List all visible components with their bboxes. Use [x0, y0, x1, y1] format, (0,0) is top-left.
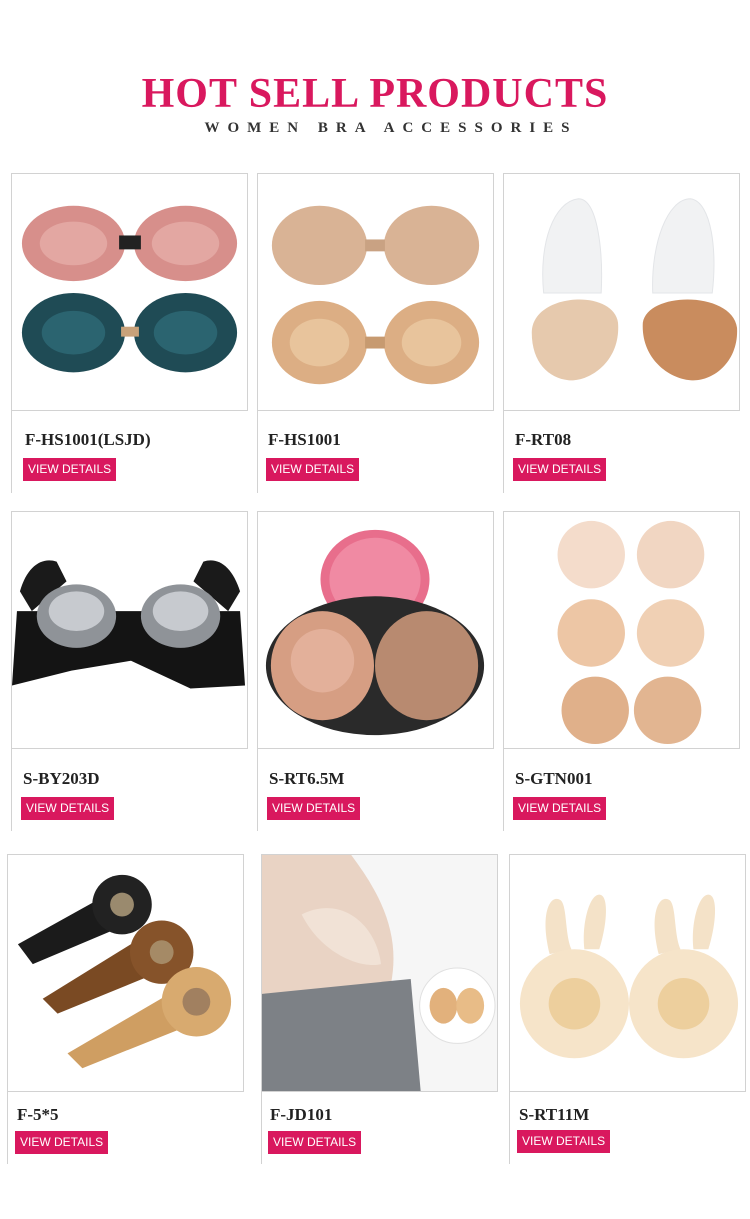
product-name: S-BY203D: [23, 769, 100, 788]
product-name: F-HS1001: [268, 430, 341, 449]
nipple-cover-image: [531, 198, 738, 381]
product-image[interactable]: [7, 854, 244, 1092]
product-name: F-RT08: [515, 430, 572, 449]
view-details-button[interactable]: VIEW DETAILS: [513, 458, 607, 481]
shoulder-pad-image: [262, 855, 497, 1091]
product-card: S-RT11M VIEW DETAILS: [509, 854, 746, 1164]
view-details-button[interactable]: VIEW DETAILS: [15, 1131, 109, 1154]
product-image[interactable]: [261, 854, 498, 1092]
product-name: F-JD101: [270, 1105, 333, 1124]
product-image[interactable]: [11, 173, 248, 411]
view-details-button[interactable]: VIEW DETAILS: [517, 1130, 611, 1153]
product-name: F-HS1001(LSJD): [25, 430, 151, 449]
product-image[interactable]: [257, 511, 494, 749]
black-bra-image: [12, 560, 246, 689]
view-details-button[interactable]: VIEW DETAILS: [266, 458, 360, 481]
view-details-button[interactable]: VIEW DETAILS: [267, 797, 361, 820]
product-card: S-RT6.5M VIEW DETAILS: [257, 511, 494, 831]
product-name: S-RT11M: [519, 1105, 590, 1124]
rabbit-ear-cover-image: [519, 894, 739, 1059]
product-image[interactable]: [503, 511, 740, 749]
product-image[interactable]: [11, 511, 248, 749]
view-details-button[interactable]: VIEW DETAILS: [513, 797, 607, 820]
product-image[interactable]: [503, 173, 740, 411]
product-card: S-GTN001 VIEW DETAILS: [503, 511, 740, 831]
adhesive-bra-image: [21, 205, 238, 373]
product-name: F-5*5: [17, 1105, 59, 1124]
product-card: S-BY203D VIEW DETAILS: [11, 511, 248, 831]
page-subtitle: WOMEN BRA ACCESSORIES: [204, 120, 578, 136]
boob-tape-image: [17, 874, 232, 1069]
view-details-button[interactable]: VIEW DETAILS: [268, 1131, 362, 1154]
page-title: HOT SELL PRODUCTS: [141, 71, 609, 117]
product-name: S-GTN001: [515, 769, 593, 788]
view-details-button[interactable]: VIEW DETAILS: [21, 797, 115, 820]
product-card: F-RT08 VIEW DETAILS: [503, 173, 740, 493]
product-name: S-RT6.5M: [269, 769, 345, 788]
product-card: F-HS1001 VIEW DETAILS: [257, 173, 494, 493]
nipple-cover-case-image: [265, 529, 485, 736]
product-image[interactable]: [257, 173, 494, 411]
product-card: F-JD101 VIEW DETAILS: [261, 854, 498, 1164]
round-nipple-covers-image: [557, 520, 705, 745]
product-card: F-5*5 VIEW DETAILS: [7, 854, 244, 1164]
view-details-button[interactable]: VIEW DETAILS: [23, 458, 117, 481]
product-card: F-HS1001(LSJD) VIEW DETAILS: [11, 173, 248, 493]
product-image[interactable]: [509, 854, 746, 1092]
adhesive-bra-image: [271, 205, 480, 385]
